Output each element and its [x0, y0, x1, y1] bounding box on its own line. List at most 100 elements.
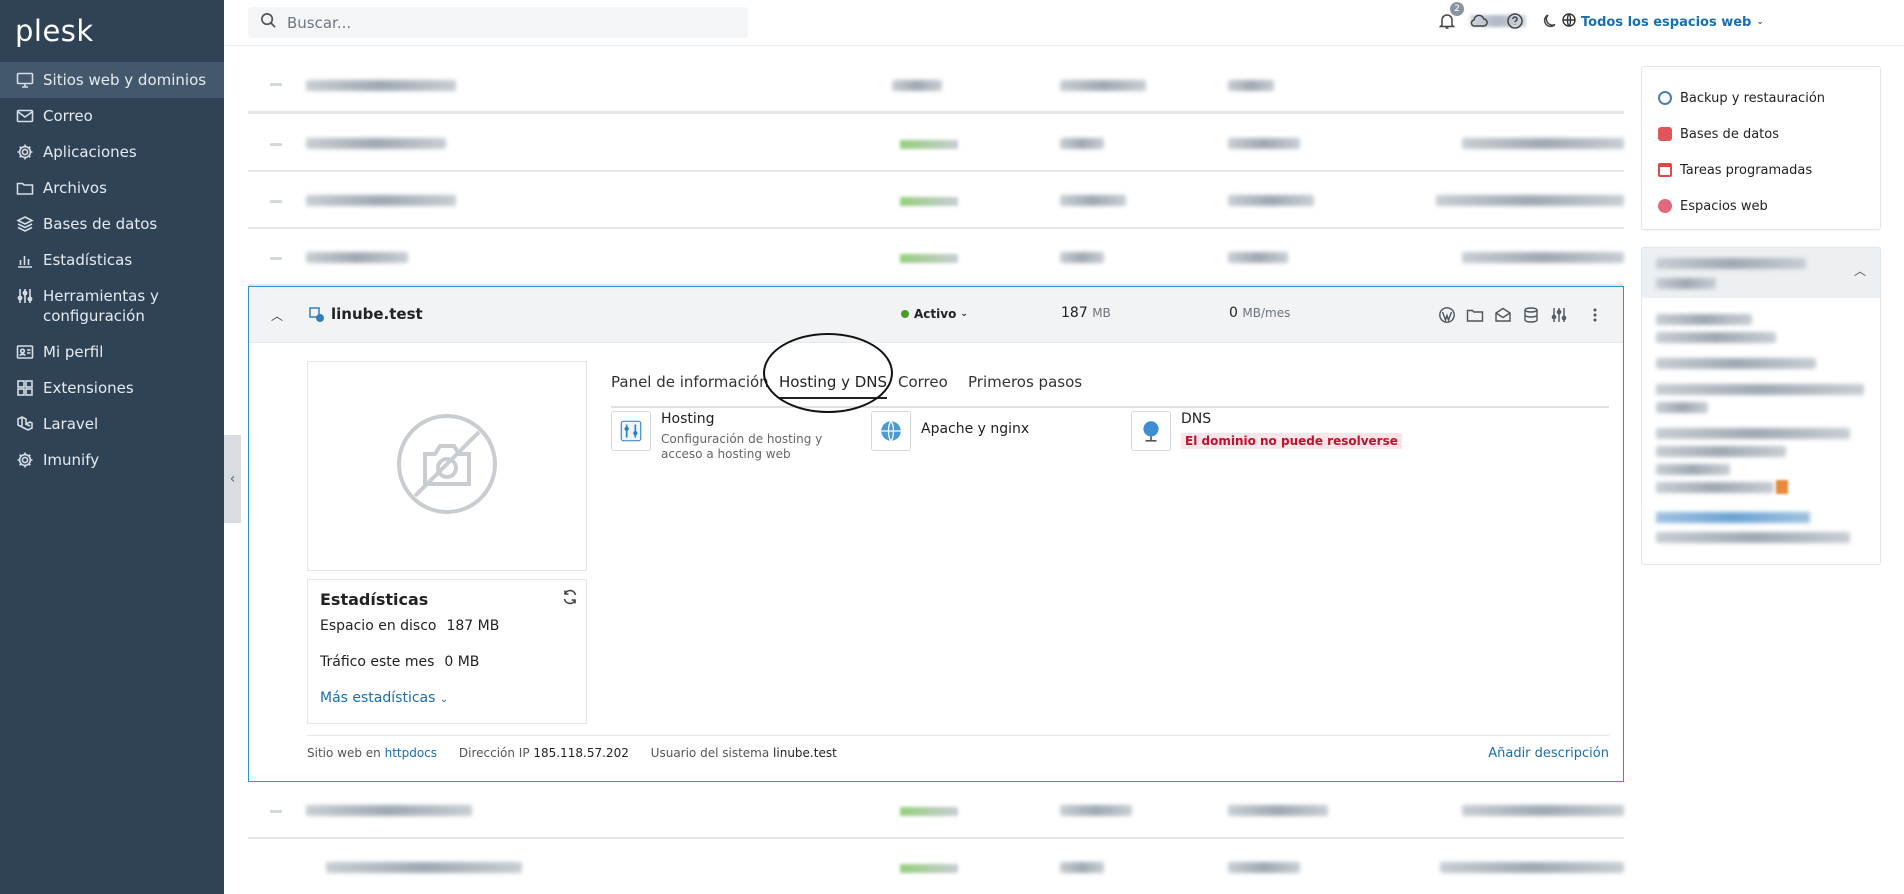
table-row[interactable]: [248, 173, 1624, 229]
chevron-up-icon[interactable]: ︿: [1854, 262, 1866, 279]
sidebar-item-websites-domains[interactable]: Sitios web y dominios: [0, 62, 224, 98]
workspace-label: Todos los espacios web: [1581, 14, 1752, 30]
laravel-icon: [16, 415, 34, 433]
quick-link-label: Espacios web: [1680, 198, 1768, 214]
bar-chart-icon: [16, 251, 34, 269]
tab-mail[interactable]: Correo: [898, 373, 948, 397]
search-input[interactable]: [287, 13, 727, 32]
apache-nginx-tool[interactable]: Apache y nginx: [871, 411, 1029, 451]
more-statistics-link[interactable]: Más estadísticas ⌄: [320, 690, 574, 706]
topbar: Todos los espacios web ⌄ 2: [224, 0, 1904, 46]
chevron-down-icon: ⌄: [960, 309, 968, 319]
sidebar-item-applications[interactable]: Aplicaciones: [0, 134, 224, 170]
sliders-icon[interactable]: [1550, 306, 1568, 328]
tab-dashboard[interactable]: Panel de información: [611, 373, 769, 397]
apache-nginx-name: Apache y nginx: [921, 421, 1030, 437]
site-name[interactable]: linube.test: [331, 305, 423, 323]
quick-link-scheduled-tasks[interactable]: Tareas programadas: [1658, 152, 1864, 188]
more-vertical-icon[interactable]: [1586, 306, 1604, 328]
sidebar-item-laravel[interactable]: Laravel: [0, 406, 224, 442]
folder-icon[interactable]: [1466, 306, 1484, 328]
stat-traffic: Tráfico este mes 0 MB: [320, 654, 574, 690]
refresh-icon[interactable]: [562, 589, 578, 609]
sidebar-item-label: Correo: [43, 107, 93, 125]
site-row-header[interactable]: ︿ linube.test Activo ⌄ 187 MB 0 MB/mes: [249, 287, 1623, 343]
hosting-icon: [611, 411, 651, 451]
quick-link-webspaces[interactable]: Espacios web: [1658, 188, 1864, 224]
sidebar-item-mail[interactable]: Correo: [0, 98, 224, 134]
cloud-button[interactable]: [1470, 12, 1490, 32]
more-statistics-label: Más estadísticas: [320, 690, 436, 706]
folder-icon: [16, 179, 34, 197]
workspace-selector[interactable]: Todos los espacios web ⌄: [1562, 13, 1764, 31]
moon-icon: [1542, 14, 1560, 34]
mail-icon[interactable]: [1494, 306, 1512, 328]
tab-getting-started[interactable]: Primeros pasos: [968, 373, 1082, 397]
bell-icon: [1438, 14, 1456, 34]
sidebar-item-label: Aplicaciones: [43, 143, 137, 161]
site-preview-thumbnail[interactable]: [307, 361, 587, 571]
sidebar-item-statistics[interactable]: Estadísticas: [0, 242, 224, 278]
footer-sysuser: Usuario del sistema linube.test: [651, 746, 837, 760]
wordpress-icon[interactable]: [1438, 306, 1456, 328]
quick-link-label: Bases de datos: [1680, 126, 1779, 142]
sidebar-collapse-handle[interactable]: ‹: [224, 435, 241, 523]
sidebar-item-tools-settings[interactable]: Herramientas y configuración: [0, 278, 224, 334]
table-row[interactable]: [248, 116, 1624, 172]
help-icon: [1506, 13, 1524, 34]
table-row[interactable]: [248, 783, 1624, 839]
dns-error-badge: El dominio no puede resolverse: [1181, 433, 1402, 449]
dns-icon: [1131, 411, 1171, 451]
dns-name: DNS: [1181, 411, 1212, 427]
stat-disk: Espacio en disco 187 MB: [320, 618, 574, 654]
quick-link-databases[interactable]: Bases de datos: [1658, 116, 1864, 152]
quick-link-backup[interactable]: Backup y restauración: [1658, 80, 1864, 116]
sidebar: plesk Sitios web y dominios Correo Aplic…: [0, 0, 224, 894]
database-icon: [1658, 127, 1672, 141]
statistics-card: Estadísticas Espacio en disco 187 MB Tráf…: [307, 579, 587, 724]
table-row[interactable]: [248, 230, 1624, 286]
sidebar-item-label: Laravel: [43, 415, 99, 433]
help-button[interactable]: [1506, 12, 1526, 32]
hosting-tool[interactable]: Hosting Configuración de hosting y acces…: [611, 411, 856, 462]
chevron-down-icon: ⌄: [439, 694, 449, 705]
sidebar-item-imunify[interactable]: Imunify: [0, 442, 224, 478]
add-description-link[interactable]: Añadir descripción: [1488, 746, 1609, 761]
globe-icon: [1562, 13, 1581, 31]
sidebar-item-extensions[interactable]: Extensiones: [0, 370, 224, 406]
plesk-logo[interactable]: plesk: [0, 0, 224, 62]
site-tabs: Panel de información Hosting y DNS Corre…: [611, 373, 1609, 408]
info-panel-header[interactable]: ︿: [1642, 248, 1880, 298]
monitor-icon: [16, 71, 34, 89]
stat-disk-label: Espacio en disco: [320, 618, 437, 634]
search-icon: [260, 12, 277, 33]
chevron-up-icon[interactable]: ︿: [271, 307, 283, 324]
footer-site-location: Sitio web en httpdocs: [307, 746, 437, 760]
mail-icon: [16, 107, 34, 125]
search-box[interactable]: [248, 7, 748, 38]
sidebar-item-databases[interactable]: Bases de datos: [0, 206, 224, 242]
row-actions: [1438, 306, 1604, 328]
disk-usage: 187 MB: [1061, 305, 1111, 321]
table-row[interactable]: [248, 840, 1624, 894]
httpdocs-link[interactable]: httpdocs: [385, 746, 437, 760]
info-panel-link[interactable]: [1656, 512, 1810, 523]
theme-toggle[interactable]: [1542, 12, 1562, 32]
sidebar-item-files[interactable]: Archivos: [0, 170, 224, 206]
database-icon[interactable]: [1522, 306, 1540, 328]
stat-traffic-label: Tráfico este mes: [320, 654, 435, 670]
apache-nginx-icon: [871, 411, 911, 451]
status-badge[interactable]: Activo ⌄: [901, 307, 968, 321]
sidebar-item-label: Bases de datos: [43, 215, 158, 233]
notifications-button[interactable]: 2: [1438, 2, 1464, 34]
sidebar-item-my-profile[interactable]: Mi perfil: [0, 334, 224, 370]
sidebar-item-label: Mi perfil: [43, 343, 104, 361]
footer-ip-label: Dirección IP: [458, 746, 530, 760]
traffic-unit: MB/mes: [1242, 306, 1291, 320]
calendar-icon: [1658, 163, 1672, 177]
disk-unit: MB: [1092, 306, 1111, 320]
no-preview-camera-icon: [395, 412, 499, 520]
stat-disk-value: 187 MB: [446, 618, 500, 634]
traffic-usage: 0 MB/mes: [1229, 305, 1290, 321]
dns-tool[interactable]: DNS El dominio no puede resolverse: [1131, 411, 1402, 451]
